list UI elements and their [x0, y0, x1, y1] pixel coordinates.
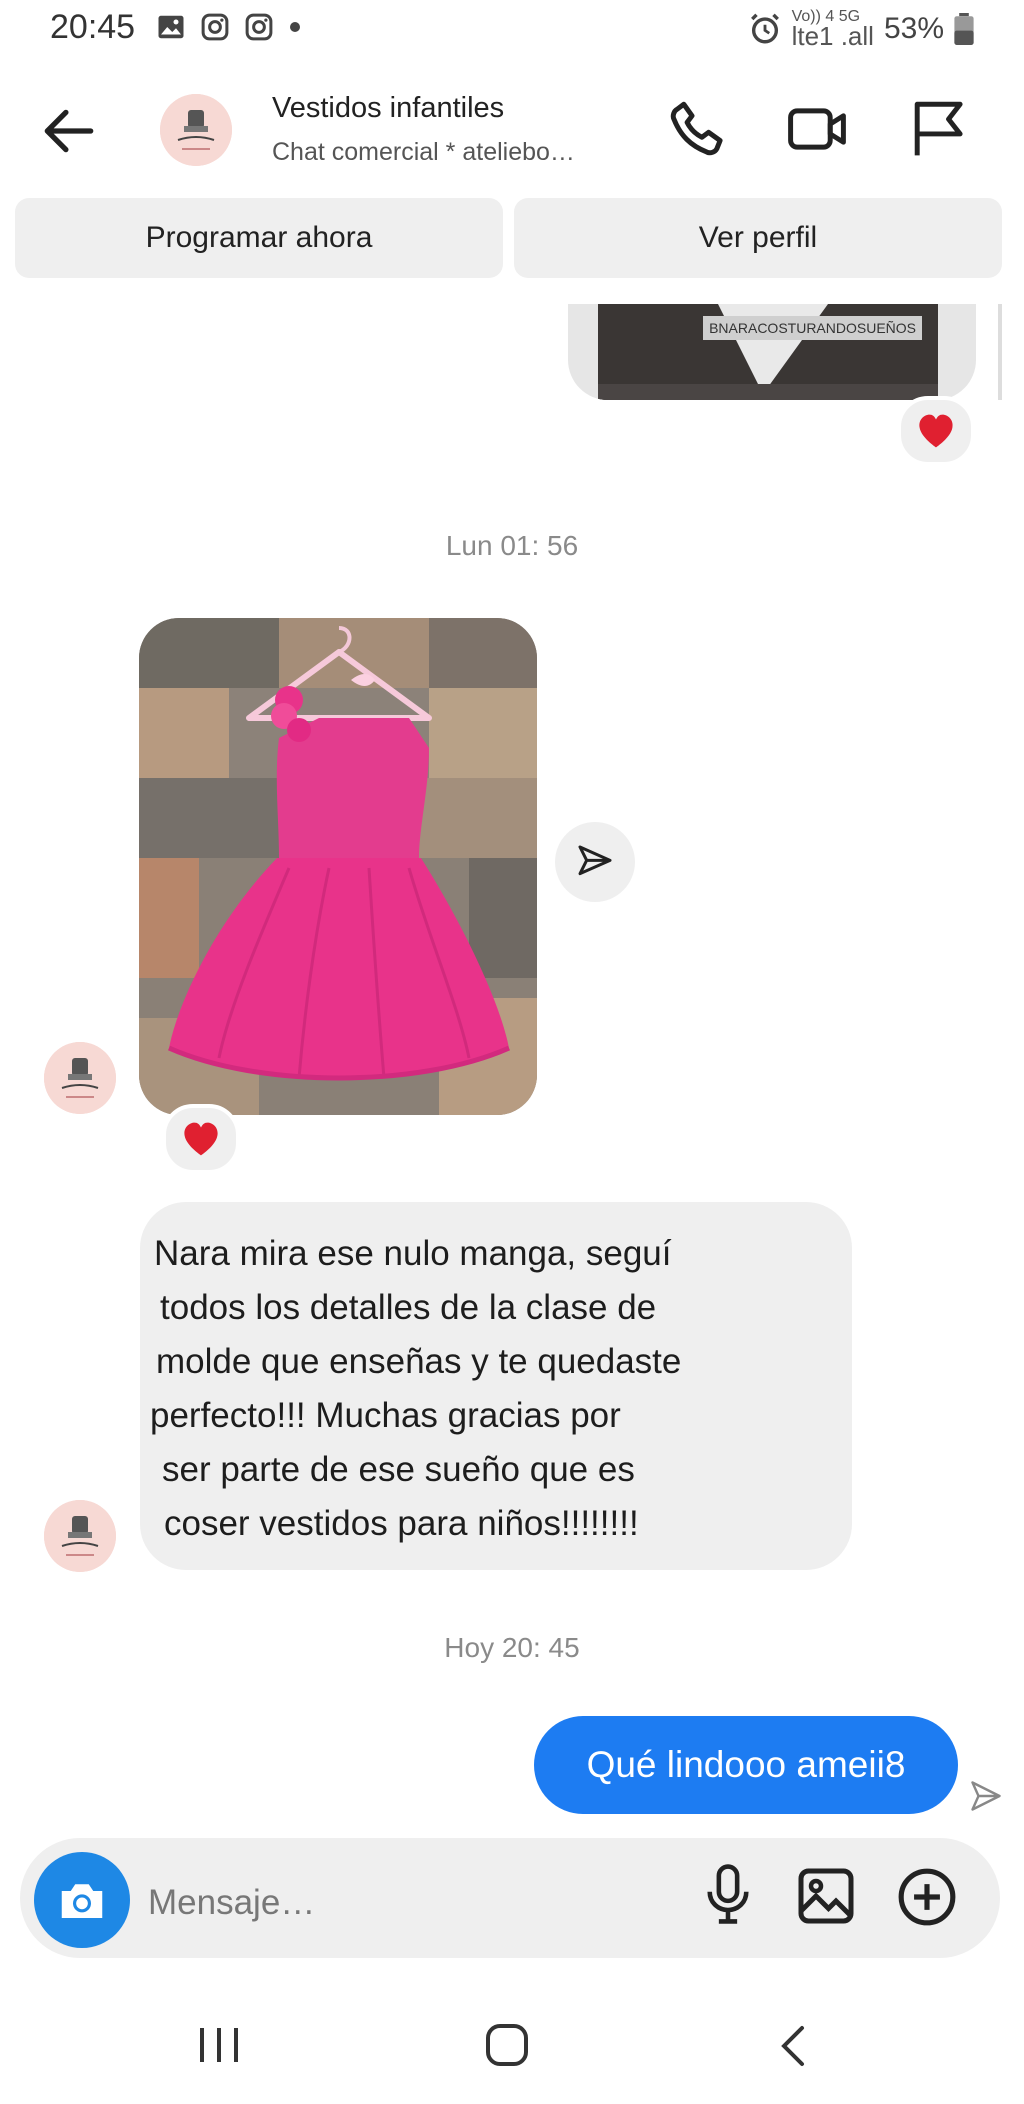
reaction-badge[interactable] — [162, 1104, 240, 1174]
heart-icon — [919, 414, 953, 448]
heart-icon — [184, 1122, 218, 1156]
sent-message-bubble[interactable]: Qué lindooo ameii8 — [534, 1716, 958, 1814]
view-profile-button[interactable]: Ver perfil — [514, 198, 1002, 278]
received-message-bubble[interactable]: Nara mira ese nulo manga, seguí todos lo… — [140, 1202, 852, 1570]
battery-icon — [954, 13, 974, 45]
alarm-icon — [750, 13, 779, 44]
scroll-indicator — [998, 304, 1002, 400]
camera-icon — [61, 1884, 103, 1918]
instagram-icon — [201, 13, 229, 41]
message-line: Nara mira ese nulo manga, seguí — [154, 1234, 672, 1273]
nav-back-icon[interactable] — [776, 2024, 810, 2068]
timestamp: Hoy 20: 45 — [444, 1632, 580, 1663]
message-line: coser vestidos para niños!!!!!!!! — [164, 1504, 639, 1543]
brand-logo — [160, 94, 232, 166]
brand-logo — [44, 1042, 116, 1114]
shared-image-message[interactable]: BNARACOSTURANDOSUEÑOS — [568, 304, 976, 400]
reaction-badge[interactable] — [897, 396, 975, 466]
add-icon[interactable] — [896, 1866, 958, 1928]
timestamp: Lun 01: 56 — [445, 530, 579, 561]
phone-icon[interactable] — [664, 96, 730, 162]
share-button[interactable] — [555, 822, 635, 902]
message-line: perfecto!!! Muchas gracias por — [150, 1396, 621, 1435]
battery-percentage: 53% — [883, 12, 944, 45]
message-line: molde que enseñas y te quedaste — [156, 1342, 682, 1381]
message-input[interactable] — [146, 1878, 680, 1928]
dot-icon — [290, 22, 300, 32]
send-icon — [578, 845, 612, 876]
brand-logo — [44, 1500, 116, 1572]
home-icon[interactable] — [484, 2022, 530, 2068]
back-arrow-icon[interactable] — [38, 100, 100, 162]
image-watermark: BNARACOSTURANDOSUEÑOS — [703, 316, 922, 340]
chat-subtitle[interactable]: Chat comercial * ateliebo… — [272, 138, 575, 167]
video-call-icon[interactable] — [784, 96, 850, 162]
dress-photo — [139, 618, 537, 1115]
recent-apps-icon[interactable] — [196, 2024, 242, 2066]
status-time: 20:45 — [50, 8, 136, 46]
sent-status-icon — [971, 1781, 1001, 1811]
message-line: ser parte de ese sueño que es — [162, 1450, 635, 1489]
microphone-icon[interactable] — [700, 1862, 756, 1926]
schedule-now-button[interactable]: Programar ahora — [15, 198, 503, 278]
message-line: todos los detalles de la clase de — [160, 1288, 657, 1327]
chat-avatar[interactable] — [160, 94, 232, 166]
network-sub: lte1 .all — [791, 21, 874, 51]
system-navigation-bar — [0, 1988, 1024, 2104]
gallery-icon — [158, 15, 184, 39]
flag-icon[interactable] — [904, 96, 970, 162]
instagram-icon — [245, 13, 273, 41]
status-right: Vo)) 4 5G lte1 .all 53% — [748, 9, 974, 51]
camera-button[interactable] — [34, 1852, 130, 1948]
gallery-icon[interactable] — [796, 1866, 856, 1926]
chat-title[interactable]: Vestidos infantiles — [272, 92, 504, 125]
sender-avatar[interactable] — [44, 1500, 116, 1572]
sender-avatar[interactable] — [44, 1042, 116, 1114]
status-notification-icons — [156, 12, 302, 42]
received-dress-image[interactable] — [139, 618, 537, 1115]
